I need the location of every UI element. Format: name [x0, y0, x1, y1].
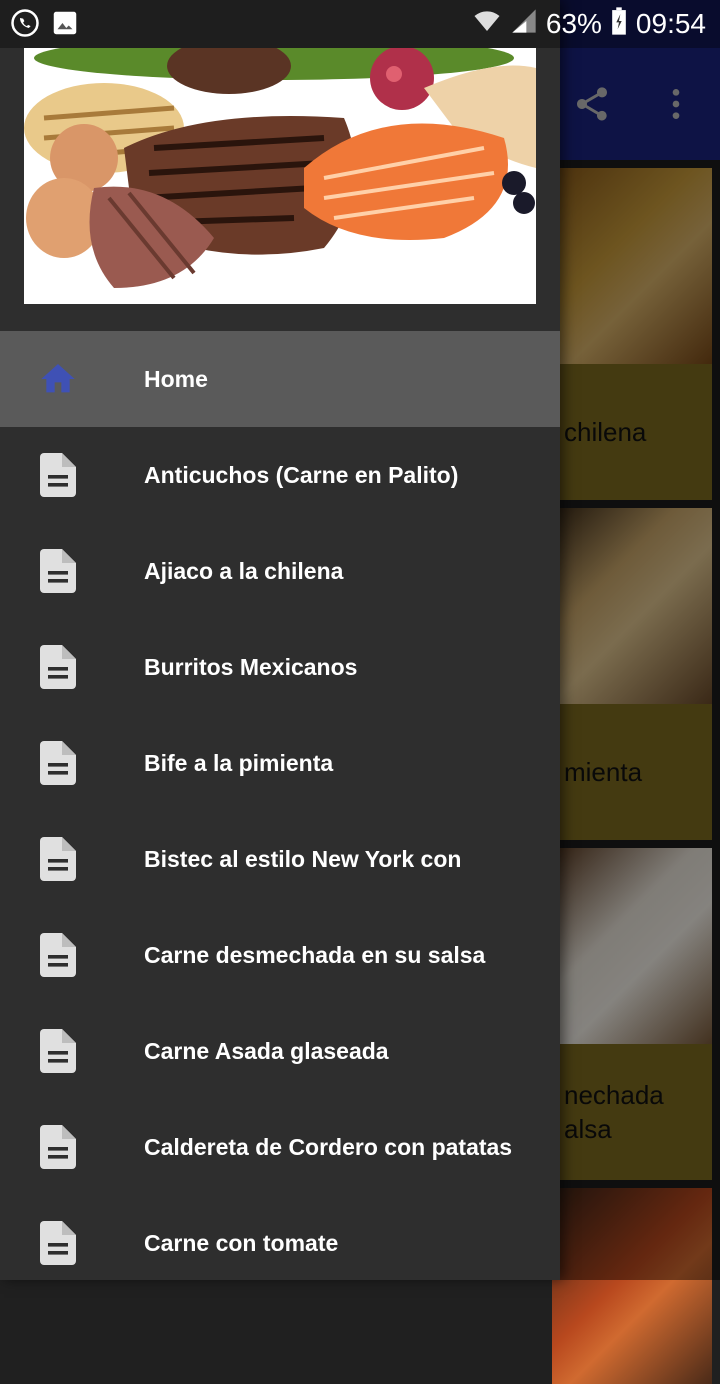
menu-item-label: Home: [144, 365, 208, 392]
more-vert-icon[interactable]: [644, 72, 708, 136]
document-icon: [36, 933, 80, 977]
menu-item-label: Carne Asada glaseada: [144, 1037, 389, 1064]
document-icon: [36, 1029, 80, 1073]
document-icon: [36, 837, 80, 881]
clock: 09:54: [635, 8, 706, 39]
menu-item-recipe[interactable]: Anticuchos (Carne en Palito): [0, 427, 560, 523]
recipe-title: nechada alsa: [552, 1044, 712, 1180]
battery-level: 63%: [545, 8, 602, 39]
recipe-title-line: nechada: [564, 1080, 664, 1110]
menu-item-recipe[interactable]: Carne desmechada en su salsa: [0, 907, 560, 1003]
home-icon: [36, 357, 80, 401]
menu-list: Home Anticuchos (Carne en Palito) Ajiaco…: [0, 331, 560, 1291]
menu-item-recipe[interactable]: Caldereta de Cordero con patatas: [0, 1099, 560, 1195]
recipe-card[interactable]: chilena: [552, 168, 712, 500]
battery-icon: [610, 6, 628, 43]
navigation-drawer: Home Anticuchos (Carne en Palito) Ajiaco…: [0, 0, 560, 1280]
menu-item-label: Bife a la pimienta: [144, 749, 334, 776]
image-icon: [50, 8, 80, 43]
recipe-photo: [552, 508, 712, 704]
recipe-photo: [552, 1188, 712, 1384]
whatsapp-icon: [10, 8, 40, 43]
recipe-card[interactable]: [552, 1188, 712, 1384]
document-icon: [36, 741, 80, 785]
drawer-header: [0, 0, 560, 330]
menu-item-label: Carne desmechada en su salsa: [144, 941, 486, 968]
recipe-card[interactable]: mienta: [552, 508, 712, 840]
menu-item-label: Ajiaco a la chilena: [144, 557, 344, 584]
menu-item-recipe[interactable]: Bife a la pimienta: [0, 715, 560, 811]
signal-icon: [510, 7, 538, 42]
recipe-photo: [552, 848, 712, 1044]
menu-item-label: Bistec al estilo New York con: [144, 845, 462, 872]
menu-item-label: Caldereta de Cordero con patatas: [144, 1133, 513, 1160]
menu-item-recipe[interactable]: Carne con tomate: [0, 1195, 560, 1291]
menu-item-label: Anticuchos (Carne en Palito): [144, 461, 459, 488]
menu-item-home[interactable]: Home: [0, 331, 560, 427]
menu-item-label: Burritos Mexicanos: [144, 653, 358, 680]
menu-item-recipe[interactable]: Burritos Mexicanos: [0, 619, 560, 715]
menu-item-recipe[interactable]: Carne Asada glaseada: [0, 1003, 560, 1099]
recipe-card[interactable]: nechada alsa: [552, 848, 712, 1180]
recipe-title-line: alsa: [564, 1114, 612, 1144]
wifi-icon: [472, 6, 502, 43]
document-icon: [36, 549, 80, 593]
header-food-image: [24, 48, 536, 304]
document-icon: [36, 645, 80, 689]
menu-item-recipe[interactable]: Ajiaco a la chilena: [0, 523, 560, 619]
menu-item-label: Carne con tomate: [144, 1229, 339, 1256]
status-bar: 63% 09:54: [0, 0, 720, 48]
share-icon[interactable]: [560, 72, 624, 136]
menu-item-recipe[interactable]: Bistec al estilo New York con: [0, 811, 560, 907]
document-icon: [36, 453, 80, 497]
document-icon: [36, 1125, 80, 1169]
recipe-photo: [552, 168, 712, 364]
recipe-title: mienta: [552, 704, 712, 840]
document-icon: [36, 1221, 80, 1265]
recipe-title: chilena: [552, 364, 712, 500]
